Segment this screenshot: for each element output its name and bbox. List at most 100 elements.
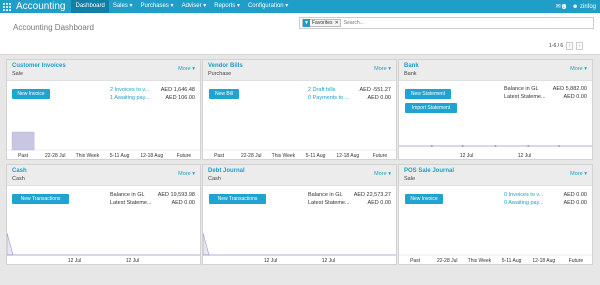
- chart-tick-label: 22-28 Jul: [437, 258, 458, 264]
- more-dropdown[interactable]: More ▾: [374, 66, 391, 72]
- balance-line-chart: 12 Jul 12 Jul: [6, 230, 200, 264]
- new-transactions-button[interactable]: New Transactions: [12, 194, 69, 204]
- apps-grid-icon[interactable]: [0, 0, 14, 13]
- more-dropdown[interactable]: More ▾: [178, 66, 195, 72]
- menu-configuration[interactable]: Configuration ▾: [244, 0, 292, 13]
- card-header: Debt Journal Cash More ▾: [203, 165, 396, 186]
- journal-card-bank: Bank Bank More ▾ New Statement Import St…: [398, 59, 593, 160]
- invoices-to-validate-link[interactable]: 0 Invoices to v...: [504, 192, 543, 198]
- latest-statement-amount: AED 0.00: [171, 200, 195, 206]
- card-title[interactable]: POS Sale Journal: [404, 168, 454, 174]
- new-invoice-button[interactable]: New Invoice: [12, 89, 50, 99]
- chart-tick-label: 12-18 Aug: [532, 258, 555, 264]
- chart-tick-label: 12-18 Aug: [140, 153, 163, 159]
- aging-bar-chart: Past 22-28 Jul This Week 5-11 Aug 12-18 Aug F…: [399, 234, 592, 264]
- chart-tick-label: 12 Jul: [126, 258, 139, 264]
- chat-icon: ✉: [555, 4, 561, 10]
- chart-svg: Past 22-28 Jul This Week 5-11 Aug 12-18 Aug F…: [399, 254, 592, 264]
- payments-to-do-link[interactable]: 0 Payments to ...: [308, 95, 349, 101]
- search-box[interactable]: ▼ Favorites ✕: [299, 17, 594, 29]
- journal-card-debt-journal: Debt Journal Cash More ▾ New Transaction…: [202, 164, 397, 265]
- journal-card-cash: Cash Cash More ▾ New Transactions Balanc…: [6, 164, 201, 265]
- top-navbar: Accounting Dashboard Sales ▾ Purchases ▾…: [0, 0, 600, 13]
- chart-tick-label: Future: [373, 153, 388, 159]
- new-transactions-button[interactable]: New Transactions: [209, 194, 266, 204]
- chart-tick-label: 22-28 Jul: [45, 153, 66, 159]
- chart-tick-label: 22-28 Jul: [241, 153, 262, 159]
- card-title[interactable]: Bank: [404, 63, 419, 69]
- app-title: Accounting: [16, 1, 66, 12]
- menu-purchases[interactable]: Purchases ▾: [137, 0, 178, 13]
- user-avatar-icon: ☻: [571, 3, 579, 10]
- facet-close-icon[interactable]: ✕: [335, 20, 339, 26]
- chart-svg: 12 Jul 12 Jul: [399, 145, 592, 159]
- user-menu[interactable]: ☻ zinfog: [572, 4, 596, 10]
- messages-badge: 1: [561, 4, 566, 9]
- search-input[interactable]: [343, 20, 593, 26]
- chart-point: [461, 145, 464, 147]
- awaiting-payment-amount: AED 0.00: [563, 200, 587, 206]
- messages-button[interactable]: ✉ 1: [556, 3, 566, 10]
- aging-bar-chart: Past 22-28 Jul This Week 5-11 Aug 12-18 Aug F…: [7, 129, 200, 159]
- filter-icon: ▼: [303, 19, 310, 27]
- menu-dashboard[interactable]: Dashboard: [71, 0, 109, 13]
- card-header: Bank Bank More ▾: [399, 60, 592, 81]
- card-title[interactable]: Debt Journal: [208, 168, 245, 174]
- pager-value: 1-6 / 6: [549, 43, 564, 49]
- control-panel: Accounting Dashboard ▼ Favorites ✕ 1-6 /…: [0, 13, 600, 55]
- balance-label: Balance in GL: [110, 192, 145, 198]
- pager-next-button[interactable]: ›: [576, 42, 584, 50]
- chart-series-area: [6, 232, 14, 256]
- card-subtitle: Sale: [12, 71, 24, 77]
- latest-statement-label: Latest Stateme...: [110, 200, 152, 206]
- import-statement-button[interactable]: Import Statement: [405, 103, 457, 113]
- awaiting-payment-link[interactable]: 0 Awaiting pay...: [504, 200, 544, 206]
- chart-svg: Past 22-28 Jul This Week 5-11 Aug 12-18 Aug F…: [7, 131, 200, 159]
- chart-tick-label: 5-11 Aug: [502, 258, 522, 264]
- menu-sales[interactable]: Sales ▾: [109, 0, 137, 13]
- balance-line-chart: 12 Jul 12 Jul: [399, 139, 592, 159]
- balance-label: Balance in GL: [504, 86, 539, 92]
- payments-to-do-amount: AED 0.00: [367, 95, 391, 101]
- card-header: Vendor Bills Purchase More ▾: [203, 60, 396, 81]
- new-invoice-button[interactable]: New Invoice: [405, 194, 443, 204]
- chart-tick-label: 12 Jul: [322, 258, 335, 264]
- chart-svg: 12 Jul 12 Jul: [202, 232, 396, 264]
- pager-prev-button[interactable]: ‹: [566, 42, 574, 50]
- latest-statement-amount: AED 0.00: [563, 94, 587, 100]
- chart-point: [430, 145, 433, 147]
- card-title[interactable]: Vendor Bills: [208, 63, 243, 69]
- balance-amount: AED 5,882.00: [552, 86, 587, 92]
- awaiting-payment-link[interactable]: 1 Awaiting pay...: [110, 95, 150, 101]
- menu-reports[interactable]: Reports ▾: [210, 0, 244, 13]
- latest-statement-amount: AED 0.00: [367, 200, 391, 206]
- user-name: zinfog: [579, 3, 596, 10]
- chart-tick-label: Future: [569, 258, 584, 264]
- card-title[interactable]: Cash: [12, 168, 27, 174]
- card-subtitle: Cash: [208, 176, 221, 182]
- chart-tick-label: 12 Jul: [518, 153, 531, 159]
- favorites-facet[interactable]: ▼ Favorites ✕: [302, 19, 341, 27]
- chart-tick-label: This Week: [272, 153, 296, 159]
- chart-tick-label: 12 Jul: [68, 258, 81, 264]
- card-subtitle: Sale: [404, 176, 416, 182]
- menu-adviser[interactable]: Adviser ▾: [178, 0, 211, 13]
- more-dropdown[interactable]: More ▾: [374, 171, 391, 177]
- chart-tick-label: 12-18 Aug: [336, 153, 359, 159]
- card-subtitle: Bank: [404, 71, 417, 77]
- chart-tick-label: Past: [410, 258, 421, 264]
- chart-tick-label: 5-11 Aug: [110, 153, 130, 159]
- chart-bar: [11, 131, 35, 151]
- more-dropdown[interactable]: More ▾: [570, 66, 587, 72]
- invoices-to-validate-amount: AED 1,646.48: [160, 87, 195, 93]
- balance-amount: AED 19,593.98: [157, 192, 195, 198]
- more-dropdown[interactable]: More ▾: [178, 171, 195, 177]
- chart-tick-label: 12 Jul: [264, 258, 277, 264]
- draft-bills-link[interactable]: 2 Draft bills: [308, 87, 336, 93]
- new-bill-button[interactable]: New Bill: [209, 89, 239, 99]
- new-statement-button[interactable]: New Statement: [405, 89, 451, 99]
- more-dropdown[interactable]: More ▾: [570, 171, 587, 177]
- invoices-to-validate-link[interactable]: 2 Invoices to v...: [110, 87, 149, 93]
- chart-point: [527, 145, 530, 147]
- card-title[interactable]: Customer Invoices: [12, 63, 66, 69]
